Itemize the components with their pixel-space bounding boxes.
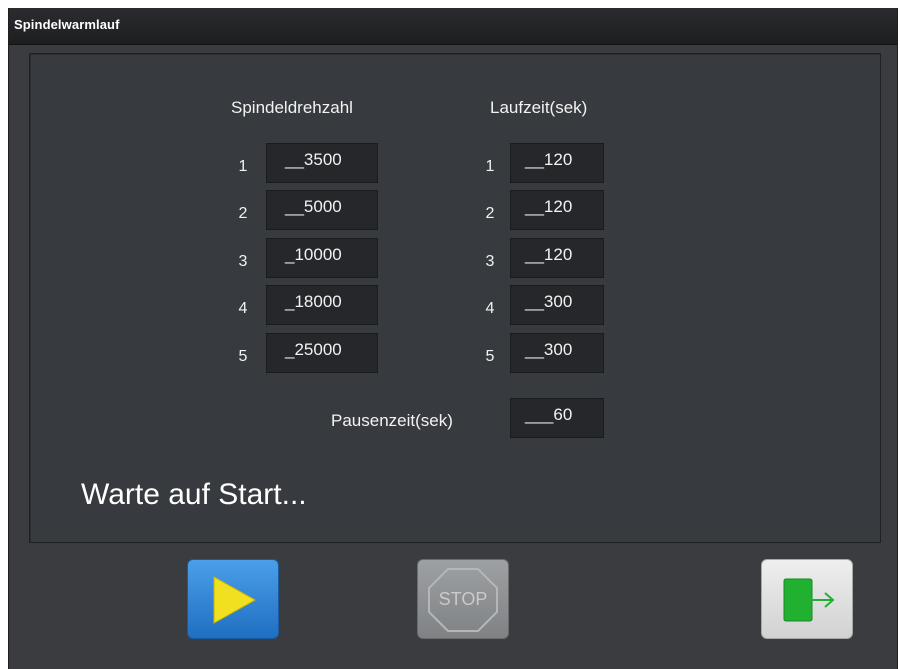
spindle-row-number: 3 — [238, 253, 248, 270]
spindle-row-number: 1 — [238, 158, 248, 175]
runtime-row-number: 2 — [485, 205, 495, 222]
runtime-field-1[interactable]: __120 — [510, 143, 604, 183]
window-title: Spindelwarmlauf — [14, 17, 120, 32]
stop-button[interactable]: STOP — [417, 559, 509, 639]
runtime-field-4[interactable]: __300 — [510, 285, 604, 325]
runtime-row-number: 3 — [485, 253, 495, 270]
runtime-header: Laufzeit(sek) — [490, 98, 588, 117]
runtime-field-3[interactable]: __120 — [510, 238, 604, 278]
runtime-row-number: 1 — [485, 158, 495, 175]
start-button[interactable] — [187, 559, 279, 639]
exit-door-arrow-icon — [783, 578, 835, 622]
stop-label: STOP — [438, 589, 488, 609]
settings-panel — [29, 53, 881, 543]
spindle-speed-field-4[interactable]: _18000 — [266, 285, 378, 325]
title-bar: Spindelwarmlauf — [9, 8, 897, 45]
runtime-row-number: 4 — [485, 300, 495, 317]
spindle-speed-field-5[interactable]: _25000 — [266, 333, 378, 373]
spindle-speed-field-3[interactable]: _10000 — [266, 238, 378, 278]
play-icon — [213, 576, 257, 624]
spindle-row-number: 4 — [238, 300, 248, 317]
pause-time-label: Pausenzeit(sek) — [331, 411, 453, 430]
runtime-field-2[interactable]: __120 — [510, 190, 604, 230]
pause-time-field[interactable]: ___60 — [510, 398, 604, 438]
exit-button[interactable] — [761, 559, 853, 639]
runtime-field-5[interactable]: __300 — [510, 333, 604, 373]
status-text: Warte auf Start... — [81, 478, 307, 511]
spindle-speed-field-1[interactable]: __3500 — [266, 143, 378, 183]
runtime-row-number: 5 — [485, 348, 495, 365]
spindle-speed-field-2[interactable]: __5000 — [266, 190, 378, 230]
spindle-speed-header: Spindeldrehzahl — [231, 98, 353, 117]
spindle-row-number: 2 — [238, 205, 248, 222]
spindle-warmup-window: Spindelwarmlauf Spindeldrehzahl Laufzeit… — [8, 8, 898, 669]
spindle-row-number: 5 — [238, 348, 248, 365]
